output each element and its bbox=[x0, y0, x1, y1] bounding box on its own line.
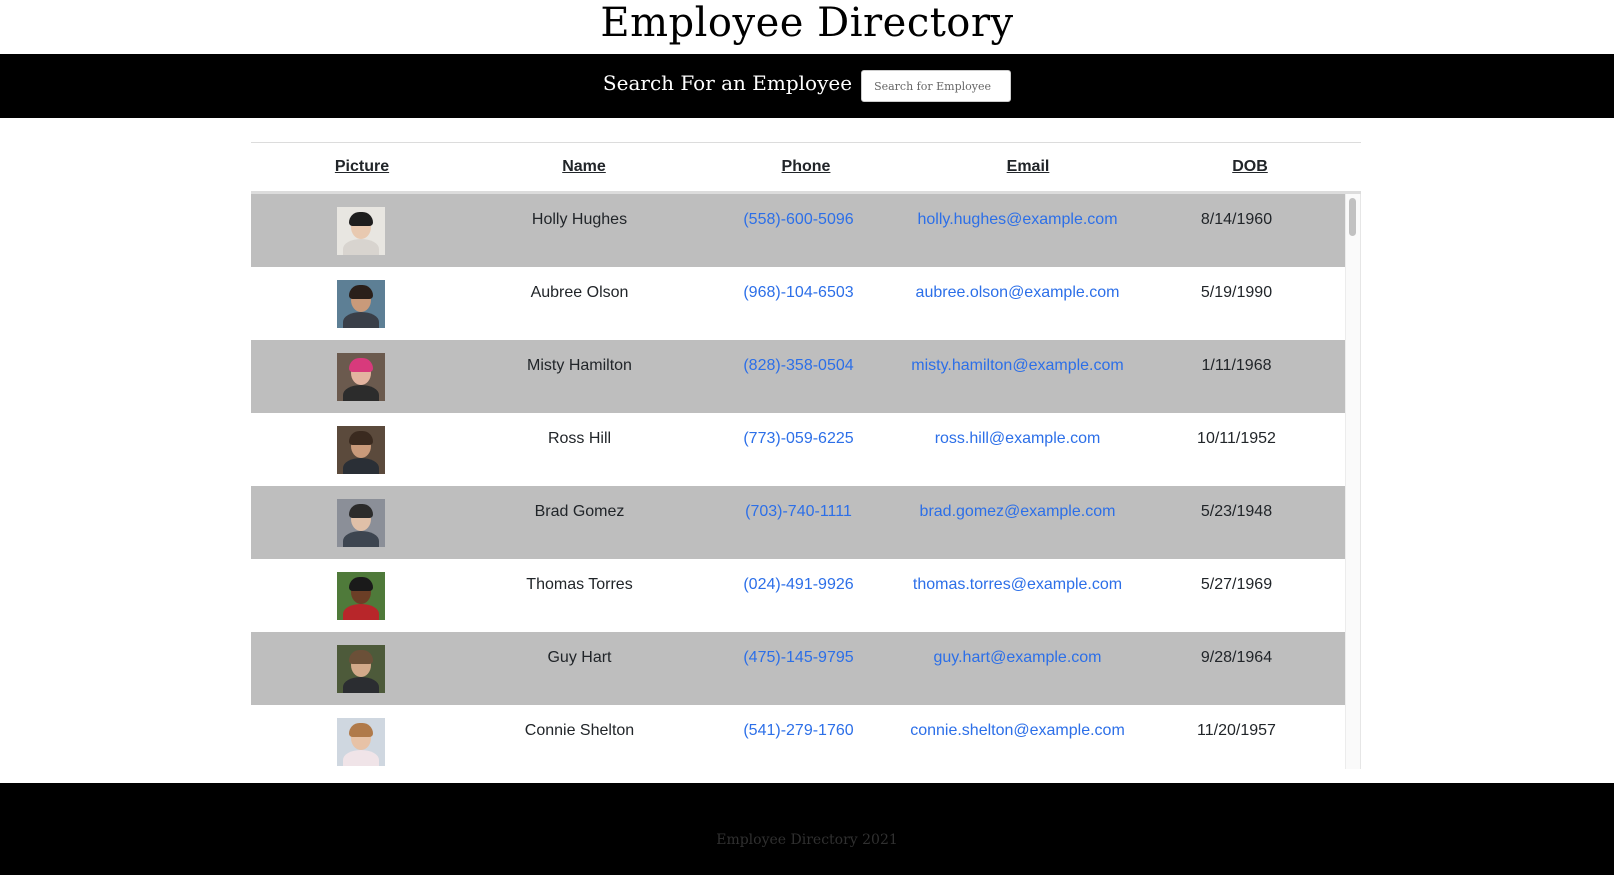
email-link[interactable]: aubree.olson@example.com bbox=[916, 284, 1120, 301]
dob-cell: 5/19/1990 bbox=[1200, 284, 1273, 301]
phone-cell: (541)-279-1760 bbox=[689, 705, 908, 740]
dob-cell: 11/20/1957 bbox=[1197, 722, 1276, 739]
email-cell: holly.hughes@example.com bbox=[908, 194, 1127, 229]
phone-link[interactable]: (024)-491-9926 bbox=[743, 576, 853, 593]
email-cell: thomas.torres@example.com bbox=[908, 559, 1127, 594]
phone-cell: (773)-059-6225 bbox=[689, 413, 908, 448]
avatar bbox=[336, 280, 385, 328]
email-link[interactable]: holly.hughes@example.com bbox=[917, 211, 1117, 228]
avatar bbox=[336, 499, 385, 547]
email-link[interactable]: thomas.torres@example.com bbox=[913, 576, 1122, 593]
dob-cell: 9/28/1964 bbox=[1200, 649, 1273, 666]
table-body[interactable]: Holly Hughes (558)-600-5096 holly.hughes@e… bbox=[251, 194, 1361, 769]
table-row: Connie Shelton (541)-279-1760 connie.shelt… bbox=[251, 705, 1346, 769]
picture-cell bbox=[251, 194, 470, 260]
email-cell: connie.shelton@example.com bbox=[908, 705, 1127, 740]
picture-cell bbox=[251, 267, 470, 333]
search-input[interactable] bbox=[861, 70, 1012, 102]
email-link[interactable]: ross.hill@example.com bbox=[935, 430, 1101, 447]
phone-cell: (703)-740-1111 bbox=[689, 486, 908, 521]
phone-cell: (558)-600-5096 bbox=[689, 194, 908, 229]
picture-cell bbox=[251, 559, 470, 625]
email-cell: aubree.olson@example.com bbox=[908, 267, 1127, 302]
name-cell: Holly Hughes bbox=[531, 211, 628, 228]
email-cell: ross.hill@example.com bbox=[908, 413, 1127, 448]
column-header-name[interactable]: Name bbox=[473, 158, 695, 176]
avatar bbox=[336, 426, 385, 474]
table-row: Misty Hamilton (828)-358-0504 misty.hamilt… bbox=[251, 340, 1346, 413]
name-cell: Connie Shelton bbox=[524, 722, 635, 739]
name-cell: Thomas Torres bbox=[526, 576, 633, 593]
name-cell: Misty Hamilton bbox=[527, 357, 632, 374]
page-title: Employee Directory bbox=[600, 0, 1014, 46]
picture-cell bbox=[251, 486, 470, 552]
table-row: Guy Hart (475)-145-9795 guy.hart@example.c… bbox=[251, 632, 1346, 705]
phone-link[interactable]: (828)-358-0504 bbox=[743, 357, 853, 374]
email-link[interactable]: brad.gomez@example.com bbox=[920, 503, 1116, 520]
picture-cell bbox=[251, 632, 470, 698]
column-header-picture[interactable]: Picture bbox=[251, 158, 473, 176]
phone-cell: (968)-104-6503 bbox=[689, 267, 908, 302]
phone-link[interactable]: (541)-279-1760 bbox=[743, 722, 853, 739]
phone-link[interactable]: (968)-104-6503 bbox=[743, 284, 853, 301]
search-bar: Search For an Employee bbox=[0, 54, 1614, 118]
dob-cell: 1/11/1968 bbox=[1201, 357, 1272, 374]
avatar bbox=[336, 353, 385, 401]
search-label: Search For an Employee bbox=[602, 71, 853, 95]
table-header: Picture Name Phone Email DOB bbox=[251, 142, 1361, 194]
dob-cell: 5/23/1948 bbox=[1200, 503, 1273, 520]
name-cell: Aubree Olson bbox=[530, 284, 629, 301]
table-rows: Holly Hughes (558)-600-5096 holly.hughes@e… bbox=[251, 194, 1360, 769]
dob-cell: 10/11/1952 bbox=[1197, 430, 1276, 447]
phone-cell: (828)-358-0504 bbox=[689, 340, 908, 375]
phone-link[interactable]: (558)-600-5096 bbox=[743, 211, 853, 228]
email-link[interactable]: guy.hart@example.com bbox=[933, 649, 1101, 666]
email-cell: misty.hamilton@example.com bbox=[908, 340, 1127, 375]
phone-link[interactable]: (703)-740-1111 bbox=[745, 503, 852, 520]
email-cell: brad.gomez@example.com bbox=[908, 486, 1127, 521]
phone-cell: (024)-491-9926 bbox=[689, 559, 908, 594]
table-row: Brad Gomez (703)-740-1111 brad.gomez@examp… bbox=[251, 486, 1346, 559]
column-header-phone[interactable]: Phone bbox=[695, 158, 917, 176]
scrollbar[interactable] bbox=[1345, 194, 1360, 769]
avatar bbox=[336, 207, 385, 255]
picture-cell bbox=[251, 413, 470, 479]
email-cell: guy.hart@example.com bbox=[908, 632, 1127, 667]
dob-cell: 8/14/1960 bbox=[1200, 211, 1273, 228]
phone-cell: (475)-145-9795 bbox=[689, 632, 908, 667]
table-row: Ross Hill (773)-059-6225 ross.hill@example… bbox=[251, 413, 1346, 486]
name-cell: Guy Hart bbox=[547, 649, 612, 666]
table-row: Holly Hughes (558)-600-5096 holly.hughes@e… bbox=[251, 194, 1346, 267]
email-link[interactable]: connie.shelton@example.com bbox=[910, 722, 1125, 739]
email-link[interactable]: misty.hamilton@example.com bbox=[911, 357, 1123, 374]
phone-link[interactable]: (773)-059-6225 bbox=[743, 430, 853, 447]
picture-cell bbox=[251, 340, 470, 406]
scrollbar-thumb[interactable] bbox=[1349, 198, 1356, 236]
name-cell: Brad Gomez bbox=[534, 503, 625, 520]
dob-cell: 5/27/1969 bbox=[1200, 576, 1273, 593]
avatar bbox=[336, 645, 385, 693]
employee-table: Picture Name Phone Email DOB Holly Hughe… bbox=[251, 142, 1361, 769]
name-cell: Ross Hill bbox=[547, 430, 612, 447]
phone-link[interactable]: (475)-145-9795 bbox=[743, 649, 853, 666]
avatar bbox=[336, 718, 385, 766]
table-row: Aubree Olson (968)-104-6503 aubree.olson@e… bbox=[251, 267, 1346, 340]
footer: Employee Directory 2021 bbox=[0, 783, 1614, 875]
avatar bbox=[336, 572, 385, 620]
footer-text: Employee Directory 2021 bbox=[716, 832, 898, 848]
column-header-email[interactable]: Email bbox=[917, 158, 1139, 176]
picture-cell bbox=[251, 705, 470, 769]
column-header-dob[interactable]: DOB bbox=[1139, 158, 1361, 176]
table-row: Thomas Torres (024)-491-9926 thomas.torres… bbox=[251, 559, 1346, 632]
